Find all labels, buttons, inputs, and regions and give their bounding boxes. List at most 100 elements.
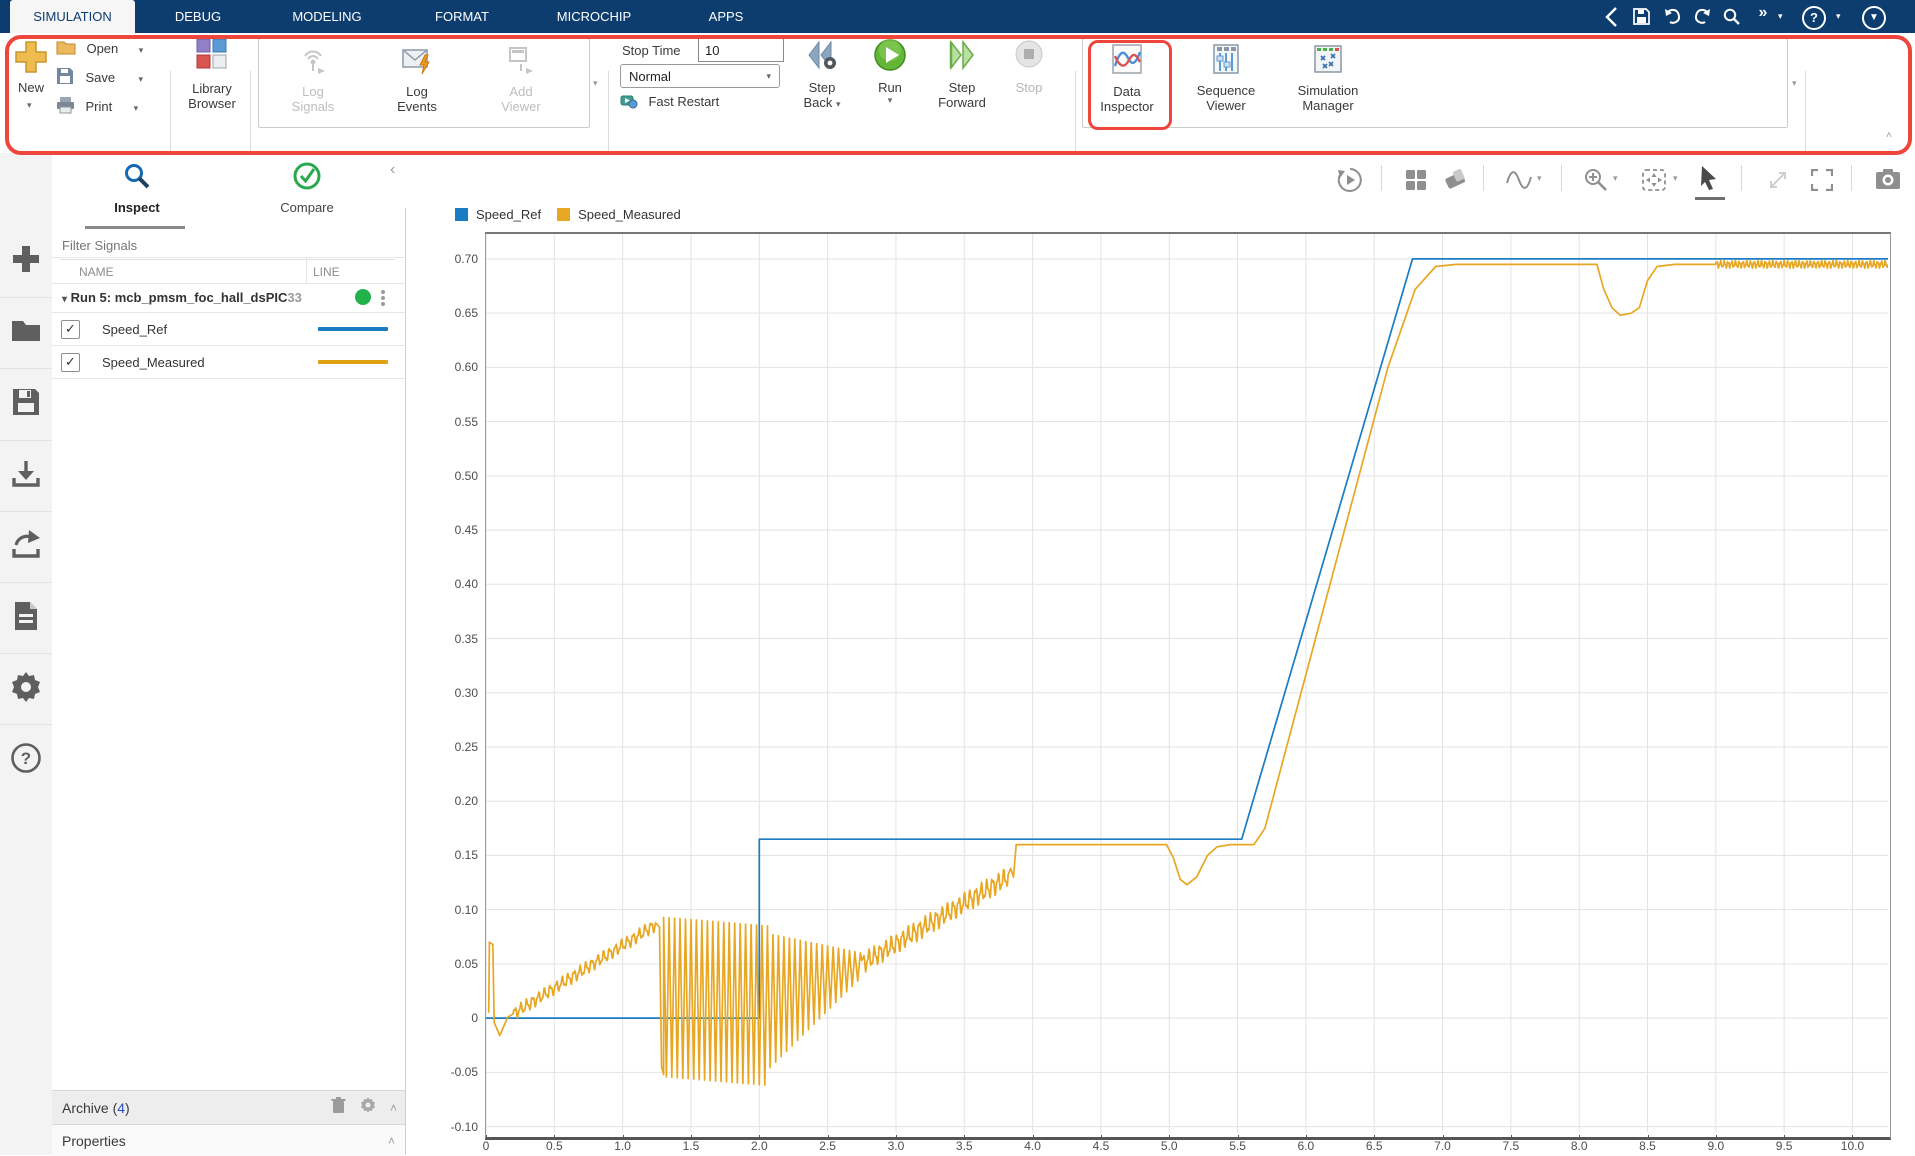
collapse-ribbon-icon[interactable]: ˄ [1886, 130, 1892, 141]
review-gallery-caret-icon[interactable]: ▾ [1792, 78, 1797, 89]
log-events-button[interactable]: Log Events [376, 45, 458, 114]
x-tick-label: 6.0 [1281, 1139, 1331, 1153]
tab-modeling[interactable]: MODELING [270, 0, 384, 33]
signal-wave-icon[interactable] [1505, 167, 1533, 198]
simulation-manager-button[interactable]: Simulation Manager [1288, 44, 1368, 113]
zoom-in-caret-icon[interactable]: ▾ [1613, 173, 1618, 184]
run-label: Run [868, 80, 912, 95]
step-forward-button[interactable]: Step Forward [932, 38, 992, 110]
library-browser-button[interactable]: Library Browser [176, 38, 248, 111]
signal-row-speed-measured[interactable]: ✓ Speed_Measured [52, 346, 405, 378]
plot-area[interactable] [485, 232, 1891, 1140]
redo-icon[interactable] [1692, 7, 1712, 26]
save-icon[interactable] [10, 386, 42, 418]
report-icon[interactable] [10, 600, 42, 632]
archive-settings-icon[interactable] [360, 1097, 376, 1118]
tab-simulation[interactable]: SIMULATION [10, 0, 135, 33]
stop-button[interactable]: Stop [1006, 38, 1052, 95]
collapse-icon[interactable]: ▼ [1862, 6, 1886, 30]
collapse-panel-icon[interactable]: ‹ [390, 161, 395, 179]
import-icon[interactable] [10, 458, 42, 490]
help-icon[interactable]: ? [10, 742, 42, 774]
step-back-button[interactable]: Step Back ▾ [796, 38, 848, 110]
layout-grid-icon[interactable] [1405, 169, 1427, 196]
expand-icon[interactable] [1767, 169, 1789, 196]
run-menu-icon[interactable] [381, 288, 385, 308]
snapshot-icon[interactable] [1875, 168, 1901, 195]
archive-collapse-icon[interactable]: ˄ [390, 1101, 397, 1115]
open-button[interactable]: Open ▾ [56, 38, 143, 58]
print-button[interactable]: Print ▾ [56, 96, 138, 116]
folder-icon[interactable] [10, 315, 42, 347]
archive-bar[interactable]: Archive (4) ˄ [52, 1090, 405, 1124]
speed-ref-checkbox[interactable]: ✓ [61, 320, 80, 339]
tab-microchip[interactable]: MICROCHIP [537, 0, 651, 33]
x-tick-label: 9.5 [1759, 1139, 1809, 1153]
undo-icon[interactable] [1663, 7, 1683, 26]
simulation-mode-dropdown[interactable]: Normal ▾ [620, 64, 780, 88]
save-button[interactable]: Save ▾ [56, 67, 143, 87]
run-expander-icon[interactable]: ▾ [62, 294, 67, 305]
library-browser-label-2: Browser [176, 96, 248, 111]
more-actions-icon[interactable]: » [1752, 4, 1774, 22]
search-icon[interactable] [1722, 7, 1741, 26]
fast-restart-icon [620, 93, 638, 110]
signal-row-speed-ref[interactable]: ✓ Speed_Ref [52, 313, 405, 345]
data-inspector-button[interactable]: Data Inspector [1094, 44, 1160, 114]
add-icon[interactable] [10, 243, 42, 275]
add-viewer-button[interactable]: Add Viewer [480, 45, 562, 114]
replay-icon[interactable] [1337, 167, 1363, 198]
speed-measured-checkbox[interactable]: ✓ [61, 353, 80, 372]
column-header-line[interactable]: LINE [313, 265, 340, 279]
prepare-gallery-caret-icon[interactable]: ▾ [593, 78, 598, 89]
simulation-mode-caret-icon: ▾ [766, 71, 771, 82]
title-bar: SIMULATION DEBUG MODELING FORMAT MICROCH… [0, 0, 1915, 33]
stop-time-input[interactable] [698, 38, 784, 62]
column-header-name[interactable]: NAME [79, 265, 114, 279]
speed-measured-legend-label: Speed_Measured [578, 207, 681, 222]
stop-time-label: Stop Time [622, 43, 681, 58]
simulation-mode-value: Normal [629, 69, 671, 84]
filter-signals-input[interactable] [60, 231, 394, 260]
properties-bar[interactable]: Properties ˄ [52, 1124, 405, 1156]
pointer-icon[interactable] [1697, 165, 1725, 200]
fullscreen-icon[interactable] [1811, 169, 1833, 196]
settings-icon[interactable] [10, 671, 42, 703]
fast-restart-label: Fast Restart [648, 94, 719, 109]
inspect-tab-underline [85, 226, 185, 229]
tab-compare[interactable]: Compare [222, 161, 392, 215]
speed-ref-legend-label: Speed_Ref [476, 207, 541, 222]
tab-format[interactable]: FORMAT [405, 0, 519, 33]
log-signals-button[interactable]: Log Signals [272, 45, 354, 114]
fit-view-icon[interactable] [1641, 168, 1667, 197]
inspect-icon [122, 161, 152, 196]
sequence-viewer-button[interactable]: Sequence Viewer [1188, 44, 1264, 113]
tab-apps[interactable]: APPS [672, 0, 780, 33]
help-caret-icon[interactable]: ▾ [1836, 11, 1841, 22]
simulation-manager-icon [1313, 44, 1343, 77]
y-tick-label: 0.45 [398, 523, 478, 537]
run-button[interactable]: Run ▾ [868, 38, 912, 106]
trash-icon[interactable] [331, 1097, 346, 1119]
log-events-icon [401, 45, 433, 78]
properties-collapse-icon[interactable]: ˄ [388, 1134, 395, 1148]
tab-inspect[interactable]: Inspect [52, 161, 222, 215]
fit-view-caret-icon[interactable]: ▾ [1673, 173, 1678, 184]
run-row[interactable]: ▾ Run 5: mcb_pmsm_foc_hall_dsPIC33 [62, 290, 302, 305]
print-caret-icon: ▾ [134, 103, 139, 113]
fast-restart-button[interactable]: Fast Restart [620, 93, 719, 111]
print-label: Print [85, 99, 112, 114]
zoom-in-icon[interactable] [1583, 167, 1609, 198]
more-actions-caret-icon[interactable]: ▾ [1778, 11, 1783, 22]
y-tick-label: 0.30 [398, 686, 478, 700]
y-tick-label: 0.20 [398, 794, 478, 808]
speed-measured-label: Speed_Measured [102, 355, 205, 370]
x-tick-label: 1.5 [666, 1139, 716, 1153]
tab-debug[interactable]: DEBUG [150, 0, 246, 33]
export-icon[interactable] [10, 529, 42, 561]
save-icon[interactable] [1632, 7, 1651, 26]
help-icon[interactable]: ? [1802, 6, 1826, 30]
signal-wave-caret-icon[interactable]: ▾ [1537, 173, 1542, 184]
eraser-icon[interactable] [1443, 169, 1467, 196]
y-tick-label: -0.05 [398, 1065, 478, 1079]
